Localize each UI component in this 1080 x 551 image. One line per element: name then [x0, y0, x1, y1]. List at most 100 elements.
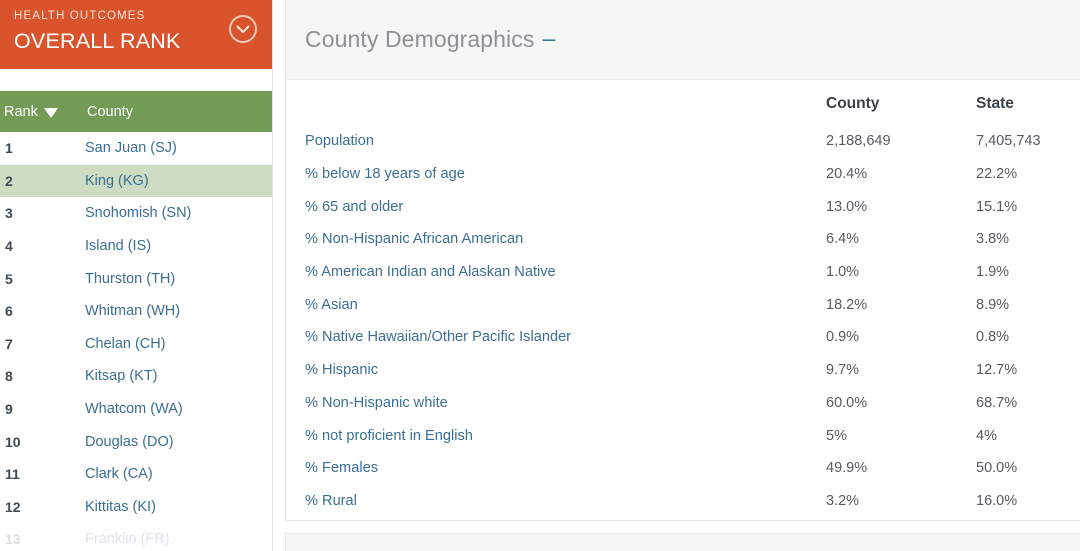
- county-link[interactable]: Kittitas (KI): [85, 499, 156, 515]
- rank-row[interactable]: 11 Clark (CA): [0, 458, 272, 491]
- county-value: 0.9%: [826, 329, 860, 346]
- state-value: 15.1%: [976, 198, 1018, 215]
- table-row: % Females 49.9% 50.0%: [286, 452, 1080, 485]
- rank-row[interactable]: 5 Thurston (TH): [0, 262, 272, 295]
- rank-number: 10: [5, 433, 21, 450]
- rank-row[interactable]: 2 King (KG): [0, 164, 272, 198]
- state-value: 8.9%: [976, 296, 1010, 313]
- county-demographics-header[interactable]: County Demographics –: [286, 0, 1080, 80]
- county-column-label: County: [87, 103, 133, 120]
- table-row: % Non-Hispanic African American 6.4% 3.8%: [286, 223, 1080, 256]
- county-link[interactable]: Thurston (TH): [85, 271, 175, 287]
- county-link[interactable]: Whitman (WH): [85, 303, 180, 319]
- county-value: 3.2%: [826, 492, 860, 509]
- county-link[interactable]: King (KG): [85, 173, 149, 189]
- table-row: % Non-Hispanic white 60.0% 68.7%: [286, 387, 1080, 420]
- county-link[interactable]: Snohomish (SN): [85, 205, 191, 221]
- app-root: HEALTH OUTCOMES OVERALL RANK Rank County…: [0, 0, 1080, 551]
- state-value: 22.2%: [976, 166, 1018, 183]
- county-value: 6.4%: [826, 231, 860, 248]
- county-link[interactable]: Clark (CA): [85, 466, 153, 482]
- rank-column-header[interactable]: Rank: [0, 104, 85, 120]
- rank-column-label: Rank: [4, 103, 38, 120]
- county-link[interactable]: Franklin (FR): [85, 531, 170, 547]
- county-link[interactable]: Douglas (DO): [85, 434, 174, 450]
- table-row: % American Indian and Alaskan Native 1.0%…: [286, 256, 1080, 289]
- health-outcomes-eyebrow: HEALTH OUTCOMES: [14, 10, 146, 22]
- state-value-column-header: State: [976, 94, 1014, 112]
- county-column-header[interactable]: County: [85, 104, 133, 120]
- state-value: 16.0%: [976, 492, 1018, 509]
- measure-label-link[interactable]: % American Indian and Alaskan Native: [286, 256, 826, 289]
- measure-label-link[interactable]: % Non-Hispanic African American: [286, 223, 826, 256]
- county-value: 20.4%: [826, 166, 868, 183]
- table-body: Population 2,188,649 7,405,743 % below 18 y…: [286, 125, 1080, 517]
- table-row: % Native Hawaiian/Other Pacific Islander…: [286, 321, 1080, 354]
- measure-label-link[interactable]: Population: [286, 125, 826, 158]
- county-value: 18.2%: [826, 296, 868, 313]
- rank-number: 12: [5, 498, 21, 515]
- measure-column-header: [286, 82, 826, 125]
- county-link[interactable]: Kitsap (KT): [85, 368, 158, 384]
- county-value: 9.7%: [826, 362, 860, 379]
- rank-number: 9: [5, 401, 13, 418]
- sort-descending-caret-icon[interactable]: [43, 107, 58, 118]
- rank-number: 8: [5, 368, 13, 385]
- measure-label-link[interactable]: % below 18 years of age: [286, 158, 826, 191]
- rank-number: 4: [5, 238, 13, 255]
- county-link[interactable]: Chelan (CH): [85, 336, 166, 352]
- table-row: % 65 and older 13.0% 15.1%: [286, 190, 1080, 223]
- measure-label-link[interactable]: % Females: [286, 452, 826, 485]
- rank-row[interactable]: 6 Whitman (WH): [0, 295, 272, 328]
- rank-row[interactable]: 9 Whatcom (WA): [0, 393, 272, 426]
- table-row: Population 2,188,649 7,405,743: [286, 125, 1080, 158]
- rank-row[interactable]: 7 Chelan (CH): [0, 328, 272, 361]
- rank-row[interactable]: 1 San Juan (SJ): [0, 132, 272, 165]
- rank-row[interactable]: 10 Douglas (DO): [0, 425, 272, 458]
- rank-list: 1 San Juan (SJ) 2 King (KG) 3 Snohomish (SN) 4…: [0, 132, 272, 551]
- measure-label-link[interactable]: % Rural: [286, 485, 826, 518]
- overall-rank-panel: HEALTH OUTCOMES OVERALL RANK Rank County…: [0, 0, 273, 551]
- table-header-row: County State: [286, 82, 1080, 125]
- rank-row[interactable]: 12 Kittitas (KI): [0, 491, 272, 524]
- state-value: 1.9%: [976, 264, 1010, 281]
- measure-label-link[interactable]: % Asian: [286, 288, 826, 321]
- county-demographics-card: County Demographics – County State Popul…: [285, 0, 1080, 521]
- measure-label-link[interactable]: % Native Hawaiian/Other Pacific Islander: [286, 321, 826, 354]
- rank-number: 5: [5, 270, 13, 287]
- rank-row[interactable]: 13 Franklin (FR): [0, 523, 272, 551]
- rank-row[interactable]: 4 Island (IS): [0, 230, 272, 263]
- county-value: 13.0%: [826, 198, 868, 215]
- rank-row[interactable]: 3 Snohomish (SN): [0, 197, 272, 230]
- table-row: % Hispanic 9.7% 12.7%: [286, 354, 1080, 387]
- collapse-minus-icon[interactable]: –: [542, 27, 555, 50]
- measure-label-link[interactable]: % 65 and older: [286, 190, 826, 223]
- main-content: County Demographics – County State Popul…: [273, 0, 1080, 551]
- rank-row[interactable]: 8 Kitsap (KT): [0, 360, 272, 393]
- measure-label-link[interactable]: % Non-Hispanic white: [286, 387, 826, 420]
- county-link[interactable]: Whatcom (WA): [85, 401, 183, 417]
- state-value: 50.0%: [976, 460, 1018, 477]
- next-collapsed-panel[interactable]: [285, 533, 1080, 551]
- state-value: 68.7%: [976, 394, 1018, 411]
- county-value: 60.0%: [826, 394, 868, 411]
- table-row: % Asian 18.2% 8.9%: [286, 288, 1080, 321]
- overall-rank-header: HEALTH OUTCOMES OVERALL RANK: [0, 0, 272, 69]
- county-demographics-table: County State Population 2,188,649 7,405,74…: [286, 82, 1080, 517]
- rank-number: 11: [5, 466, 20, 483]
- table-row: % Rural 3.2% 16.0%: [286, 485, 1080, 518]
- county-value: 2,188,649: [826, 133, 891, 150]
- rank-number: 3: [5, 205, 13, 222]
- state-value: 0.8%: [976, 329, 1010, 346]
- rank-number: 7: [5, 335, 13, 352]
- state-value: 4%: [976, 427, 997, 444]
- state-value: 3.8%: [976, 231, 1010, 248]
- county-demographics-title: County Demographics: [305, 26, 535, 52]
- rank-number: 6: [5, 303, 13, 320]
- measure-label-link[interactable]: % Hispanic: [286, 354, 826, 387]
- overall-rank-title: OVERALL RANK: [14, 29, 181, 53]
- measure-label-link[interactable]: % not proficient in English: [286, 419, 826, 452]
- county-link[interactable]: Island (IS): [85, 238, 151, 254]
- county-link[interactable]: San Juan (SJ): [85, 140, 177, 156]
- chevron-down-circle-icon[interactable]: [228, 14, 258, 44]
